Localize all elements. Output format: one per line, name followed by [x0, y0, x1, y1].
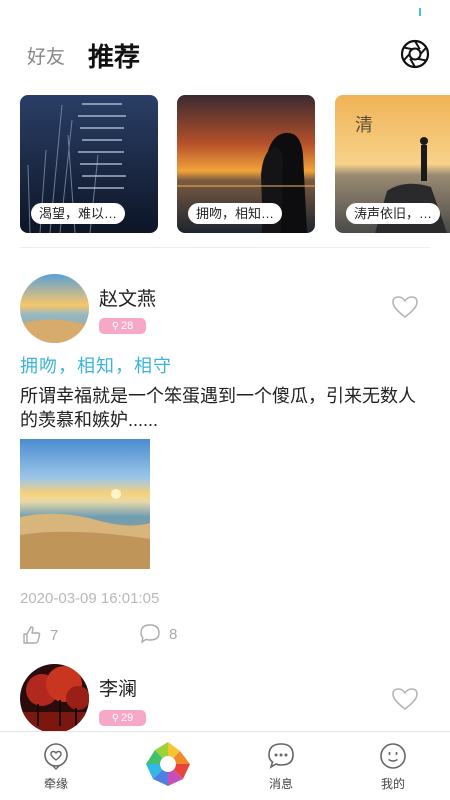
like-count: 7: [50, 626, 59, 644]
message-bubble-icon: [268, 743, 294, 769]
aperture-icon[interactable]: [145, 741, 191, 787]
nav-item-messages[interactable]: 消息: [241, 732, 321, 800]
camera-shutter-icon[interactable]: [400, 39, 430, 69]
nav-item-mine[interactable]: 我的: [353, 732, 433, 800]
status-indicator: [419, 8, 421, 16]
topic-card[interactable]: 渴望，难以…: [20, 95, 158, 233]
post-text: 所谓幸福就是一个笨蛋遇到一个傻瓜，引来无数人的羡慕和嫉妒......: [20, 386, 416, 430]
username[interactable]: 赵文燕: [99, 284, 156, 311]
heart-icon[interactable]: [392, 295, 418, 319]
smiley-profile-icon: [380, 743, 406, 769]
age-badge: ⚲ 28: [99, 318, 146, 334]
search-icon: ⚲: [111, 713, 120, 724]
post-tags[interactable]: 拥吻，相知，相守: [20, 352, 172, 378]
top-header: 好友 推荐: [0, 0, 450, 90]
bottom-nav: 牵缘 消息 我的: [0, 731, 450, 800]
avatar[interactable]: [20, 274, 89, 343]
topic-label: 渴望，难以…: [31, 203, 126, 224]
heart-icon[interactable]: [392, 687, 418, 711]
post-image[interactable]: [20, 439, 150, 569]
post-timestamp: 2020-03-09 16:01:05: [20, 590, 160, 607]
badge-value: 29: [121, 712, 134, 724]
nav-item-qianyuan[interactable]: 牵缘: [16, 732, 96, 800]
age-badge: ⚲ 29: [99, 710, 146, 726]
thumbs-up-icon: [23, 626, 41, 644]
nav-label: 消息: [268, 777, 293, 791]
nav-label: 我的: [380, 777, 405, 791]
search-icon: ⚲: [111, 321, 120, 332]
topic-label: 涛声依旧，…: [346, 203, 441, 224]
topic-card[interactable]: 拥吻，相知…: [177, 95, 315, 233]
comment-bubble-icon: [140, 624, 160, 644]
comment-button[interactable]: 8: [139, 623, 177, 645]
svg-text:清: 清: [355, 115, 373, 136]
badge-value: 28: [121, 320, 134, 332]
avatar[interactable]: [20, 664, 89, 733]
tab-friends[interactable]: 好友: [27, 42, 65, 69]
username[interactable]: 李澜: [99, 674, 137, 701]
nav-label: 牵缘: [43, 777, 68, 791]
like-button[interactable]: 7: [22, 624, 58, 646]
topic-label: 拥吻，相知…: [188, 203, 283, 224]
location-heart-icon: [44, 743, 68, 770]
topic-card[interactable]: 清 涛声依旧，…: [335, 95, 450, 233]
topic-carousel[interactable]: 渴望，难以… 拥吻，相知… 清 涛声依旧，…: [20, 95, 450, 233]
section-divider: [20, 247, 430, 248]
comment-count: 8: [169, 625, 178, 643]
tab-recommend[interactable]: 推荐: [88, 37, 140, 74]
